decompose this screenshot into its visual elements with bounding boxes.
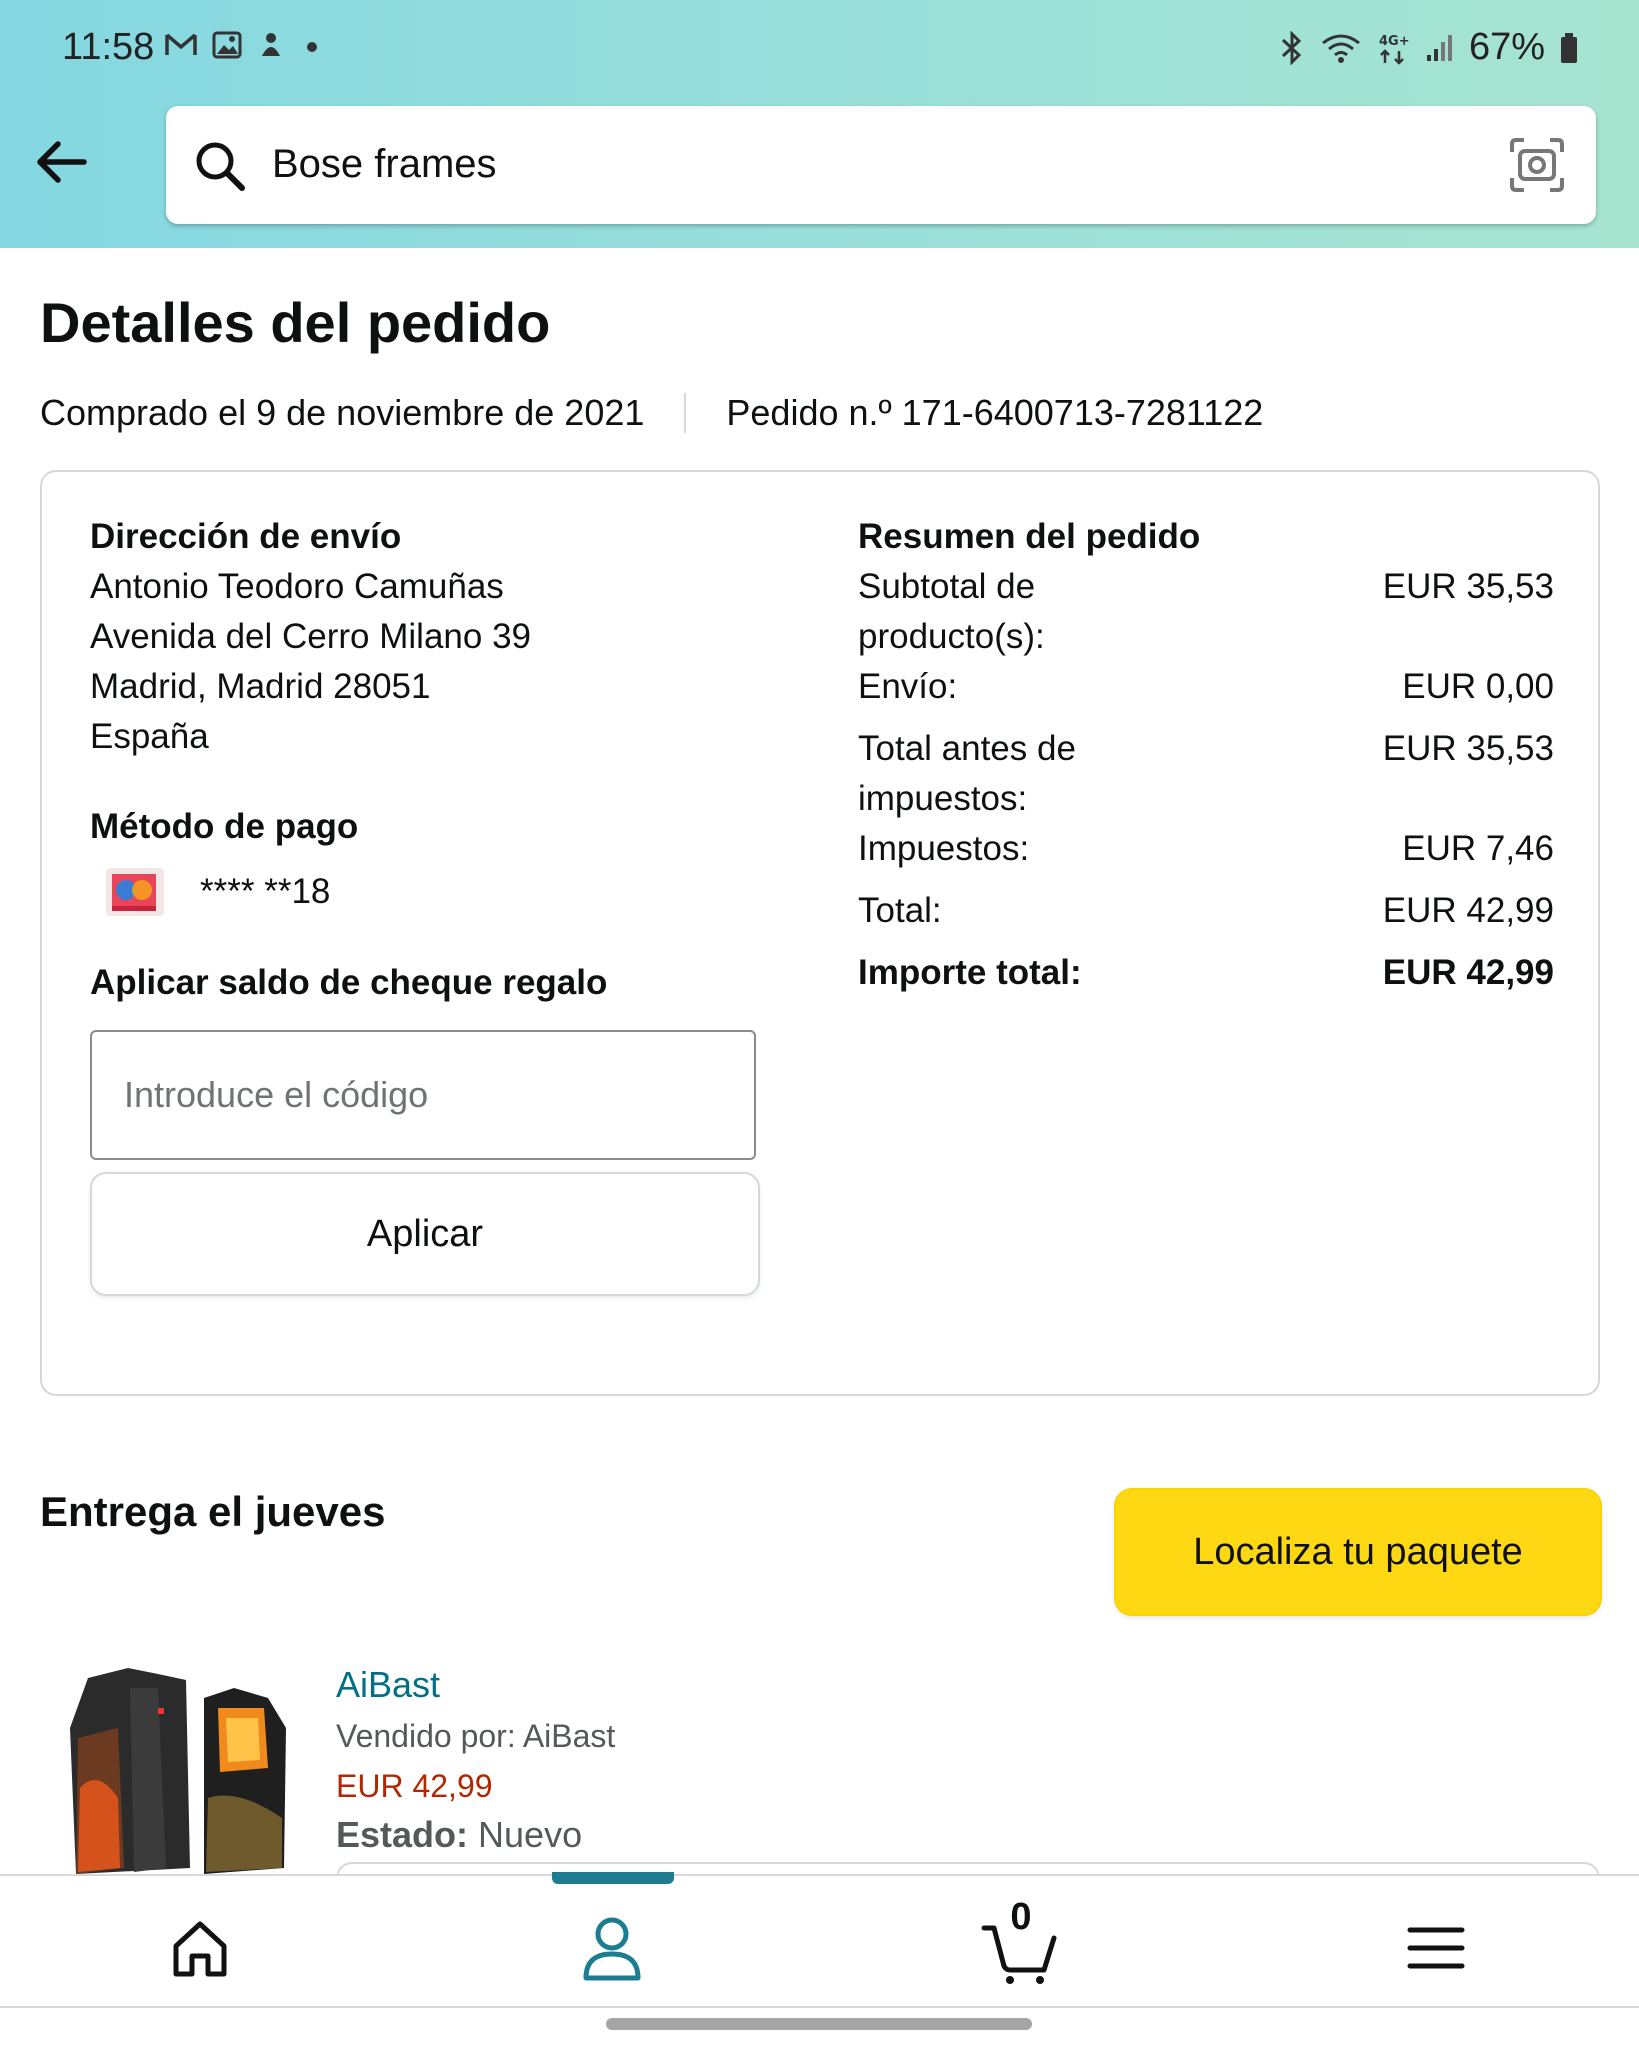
order-details-card: Dirección de envío Antonio Teodoro Camuñ… (40, 470, 1600, 1396)
card-logo-icon (102, 866, 170, 918)
summary-label: Total antes de impuestos: (858, 729, 1076, 818)
wifi-icon (1322, 34, 1360, 63)
summary-value: EUR 42,99 (1382, 891, 1554, 930)
meta-divider (684, 393, 687, 433)
summary-label: Subtotal de producto(s): (858, 567, 1045, 656)
search-icon (196, 142, 245, 191)
active-tab-indicator (552, 1872, 674, 1884)
address-line: Antonio Teodoro Camuñas (90, 567, 504, 606)
summary-grand-total: Importe total: EUR 42,99 (858, 948, 1554, 998)
order-number: Pedido n.º 171-6400713-7281122 (726, 392, 1264, 433)
dot-icon (307, 42, 317, 52)
product-seller: Vendido por: AiBast (336, 1718, 616, 1754)
purchase-date: Comprado el 9 de noviembre de 2021 (40, 392, 645, 433)
status-time: 11:58 (62, 26, 155, 68)
track-package-button[interactable]: Localiza tu paquete (1114, 1488, 1602, 1616)
summary-label: Impuestos: (858, 829, 1030, 868)
left-column: Dirección de envío Antonio Teodoro Camuñ… (90, 512, 760, 1296)
product-price: EUR 42,99 (336, 1768, 493, 1804)
gallery-icon (212, 31, 242, 59)
nav-cart[interactable]: 0 (980, 1896, 1060, 1988)
summary-value: EUR 7,46 (1402, 829, 1554, 868)
shipping-heading: Dirección de envío (90, 517, 402, 556)
gift-code-input[interactable] (90, 1030, 756, 1160)
summary-value: EUR 42,99 (1382, 953, 1554, 992)
signal-icon (1426, 34, 1452, 61)
account-icon (583, 1917, 641, 1981)
product-image[interactable] (58, 1668, 298, 1874)
gmail-icon (165, 33, 197, 55)
payment-heading: Método de pago (90, 807, 359, 846)
order-summary: Resumen del pedido Subtotal de producto(… (858, 512, 1554, 998)
delivery-heading: Entrega el jueves (40, 1488, 386, 1535)
order-meta: Comprado el 9 de noviembre de 2021 Pedid… (40, 392, 1263, 434)
apply-button[interactable]: Aplicar (90, 1172, 760, 1296)
card-number: **** **18 (200, 872, 331, 911)
nav-account[interactable] (572, 1908, 652, 1988)
battery-percent: 67% (1468, 26, 1545, 68)
bluetooth-icon (1281, 30, 1302, 65)
summary-row: Impuestos: EUR 7,46 (858, 824, 1554, 874)
search-query[interactable]: Bose frames (272, 142, 497, 187)
cart-count: 0 (1010, 1896, 1032, 1938)
nav-menu[interactable] (1396, 1908, 1476, 1988)
gesture-bar[interactable] (606, 2018, 1032, 2030)
summary-label: Total: (858, 891, 942, 930)
nav-home[interactable] (160, 1908, 240, 1988)
4g-icon: 4G+ (1379, 34, 1410, 65)
product-condition: Estado: Nuevo (336, 1814, 582, 1856)
summary-row: Total: EUR 42,99 (858, 886, 1554, 936)
camera-search-icon[interactable] (1508, 136, 1566, 194)
summary-label: Importe total: (858, 953, 1082, 992)
address-line: Avenida del Cerro Milano 39 (90, 617, 532, 656)
page-title: Detalles del pedido (40, 291, 551, 354)
status-bar: 11:58 4G+ 67% (0, 0, 1639, 100)
summary-label: Envío: (858, 667, 958, 706)
search-bar[interactable]: Bose frames (166, 106, 1596, 224)
home-icon (173, 1921, 227, 1977)
condition-value: Nuevo (478, 1814, 583, 1855)
summary-heading: Resumen del pedido (858, 517, 1201, 556)
payment-method: **** **18 (90, 866, 730, 918)
gift-card-heading: Aplicar saldo de cheque regalo (90, 963, 608, 1002)
address-line: España (90, 717, 209, 756)
summary-value: EUR 35,53 (1382, 729, 1554, 768)
summary-row: Envío: EUR 0,00 (858, 662, 1554, 712)
svg-text:4G+: 4G+ (1379, 34, 1410, 49)
condition-label: Estado: (336, 1814, 469, 1855)
summary-row: Total antes de impuestos: EUR 35,53 (858, 724, 1554, 824)
app-icon (262, 33, 280, 56)
back-arrow-icon (37, 141, 87, 183)
battery-icon (1561, 32, 1577, 63)
menu-icon (1407, 1927, 1465, 1969)
bottom-nav: 0 (0, 1872, 1639, 2008)
app-header: 11:58 4G+ 67% Bose frames (0, 0, 1639, 248)
product-brand-link[interactable]: AiBast (336, 1664, 440, 1706)
summary-row: Subtotal de producto(s): EUR 35,53 (858, 562, 1554, 662)
summary-value: EUR 35,53 (1382, 567, 1554, 606)
address-line: Madrid, Madrid 28051 (90, 667, 431, 706)
summary-value: EUR 0,00 (1402, 667, 1554, 706)
back-button[interactable] (30, 130, 94, 194)
